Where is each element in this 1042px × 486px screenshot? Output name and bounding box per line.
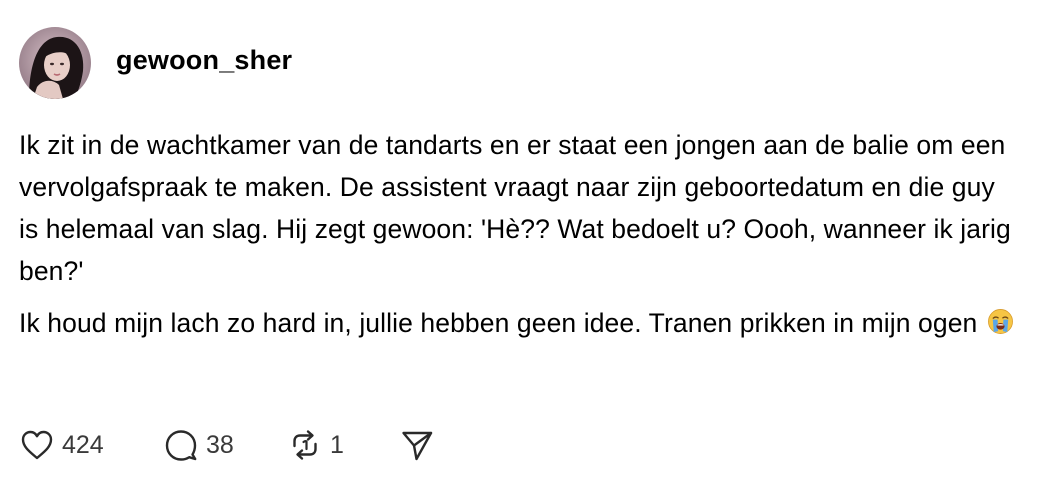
post-actions: 424 38 1 bbox=[20, 427, 434, 463]
thread-post: gewoon_sher Ik zit in de wachtkamer van … bbox=[0, 0, 1042, 486]
post-paragraph: Ik zit in de wachtkamer van de tandarts … bbox=[19, 130, 1011, 286]
repost-button[interactable]: 1 bbox=[288, 428, 400, 462]
heart-icon bbox=[20, 429, 54, 461]
post-paragraph-text: Ik houd mijn lach zo hard in, jullie heb… bbox=[19, 308, 978, 338]
like-count: 424 bbox=[62, 430, 104, 459]
repost-count: 1 bbox=[330, 430, 344, 459]
like-button[interactable]: 424 bbox=[20, 429, 164, 461]
comment-button[interactable]: 38 bbox=[164, 428, 288, 462]
username[interactable]: gewoon_sher bbox=[116, 45, 292, 76]
post-header: gewoon_sher bbox=[19, 27, 292, 99]
loudly-crying-face-icon bbox=[987, 305, 1014, 334]
share-button[interactable] bbox=[400, 428, 434, 462]
comment-bubble-icon bbox=[164, 428, 198, 462]
repost-icon bbox=[288, 428, 322, 462]
post-text: Ik zit in de wachtkamer van de tandarts … bbox=[19, 124, 1019, 344]
comment-count: 38 bbox=[206, 430, 234, 459]
avatar[interactable] bbox=[19, 27, 91, 99]
send-icon bbox=[400, 428, 434, 462]
post-paragraph: Ik houd mijn lach zo hard in, jullie heb… bbox=[19, 302, 1019, 344]
